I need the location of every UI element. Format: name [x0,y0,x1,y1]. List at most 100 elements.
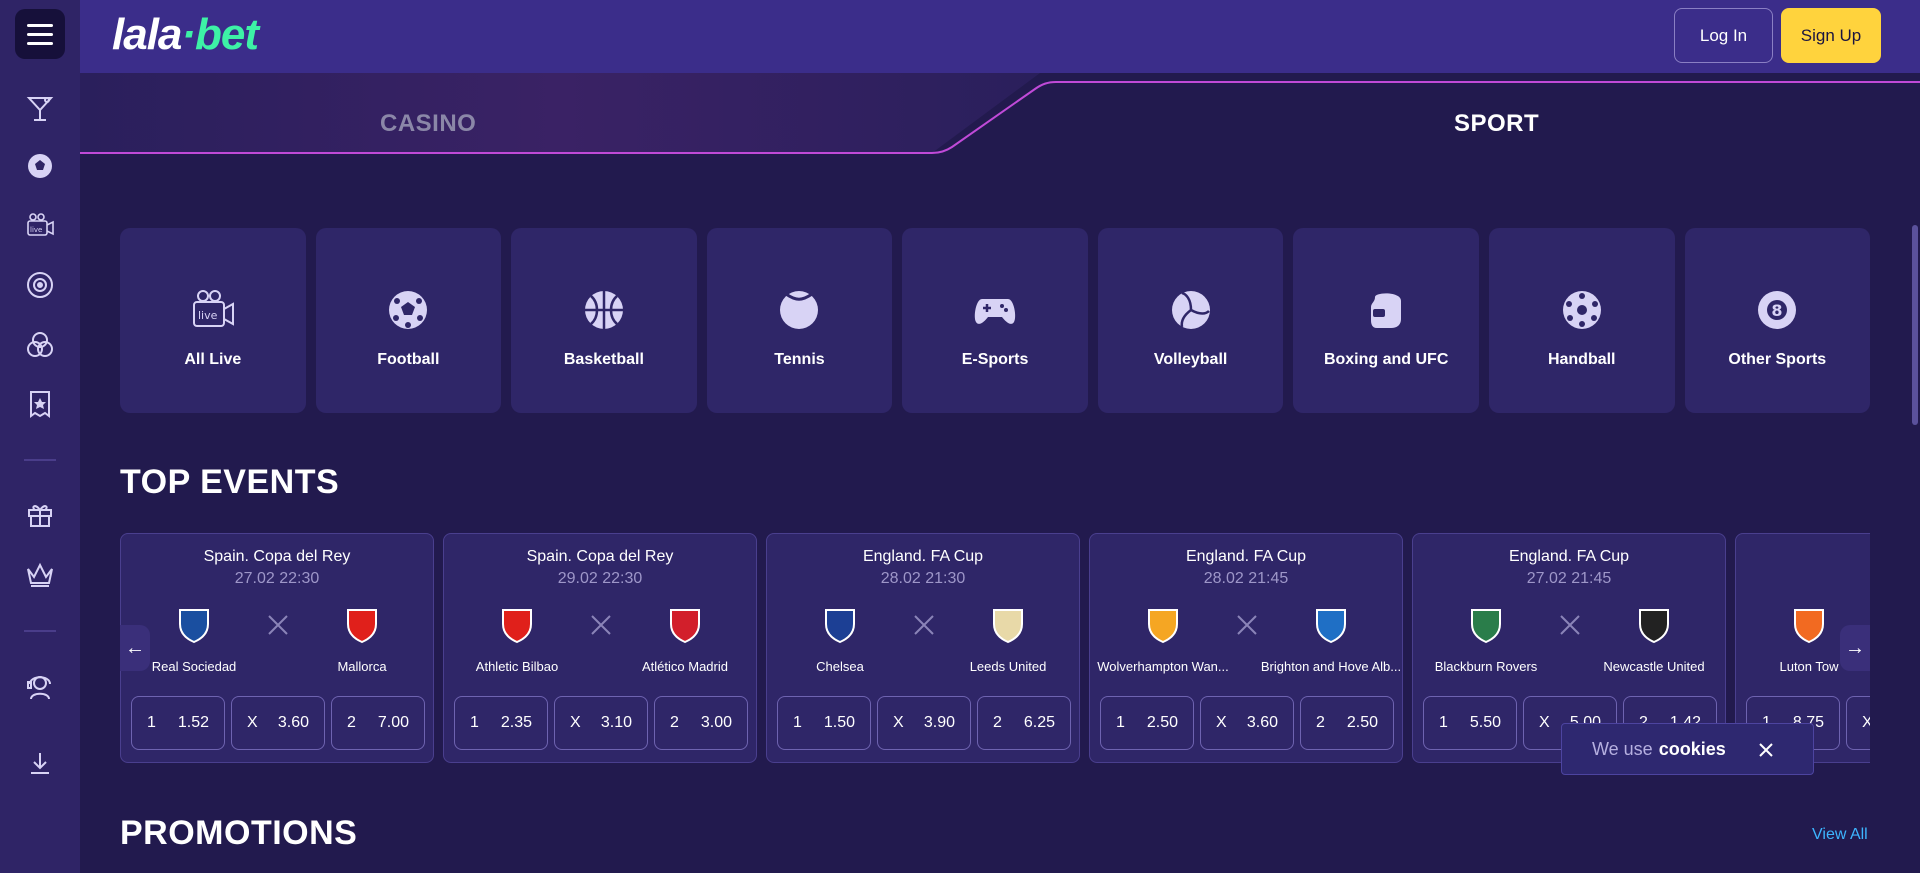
sport-card-handball[interactable]: Handball [1488,228,1675,413]
home-team-logo-icon [173,604,215,646]
login-button[interactable]: Log In [1674,8,1773,63]
home-team-logo-icon [496,604,538,646]
tab-sport[interactable]: SPORT [1454,110,1539,138]
event-card[interactable]: England. FA Cup 28.02 21:30 Chelsea Leeds U… [766,533,1080,763]
odds-button[interactable]: 1 2.50 [1100,696,1194,750]
odds-button[interactable]: X [1846,696,1870,750]
odds-button[interactable]: X 3.60 [1200,696,1294,750]
scrollbar[interactable] [1912,225,1918,425]
promotions-title: PROMOTIONS [120,814,358,852]
home-team-name: Blackburn Rovers [1434,659,1538,674]
odds-value: 3.60 [277,714,309,731]
odds-button[interactable]: X 3.90 [877,696,971,750]
event-league: Spain. Copa del Rey [203,548,351,565]
sports-categories: live All Live Football Basketball Tennis… [120,228,1871,413]
sidebar: live [0,0,80,873]
versus-icon [1560,615,1580,635]
close-icon[interactable] [1757,741,1775,759]
odds-value: 3.10 [600,714,632,731]
odds-outcome: 1 [147,714,156,731]
away-team-name: Atlético Madrid [642,659,728,674]
odds-value: 1.52 [177,714,209,731]
sport-card-football[interactable]: Football [315,228,502,413]
football-icon [383,285,433,335]
cocktail-icon[interactable] [22,90,58,126]
odds-button[interactable]: 1 5.50 [1423,696,1517,750]
event-league: England. FA Cup [1185,548,1307,565]
football-icon[interactable] [22,148,58,184]
odds-outcome: X [893,714,904,731]
sport-label: Tennis [774,350,825,368]
versus-icon [914,615,934,635]
event-date: 29.02 22:30 [557,570,643,587]
odds-outcome: 1 [793,714,802,731]
odds-outcome: X [570,714,581,731]
sport-card-boxing[interactable]: Boxing and UFC [1293,228,1479,413]
sport-card-volleyball[interactable]: Volleyball [1097,228,1284,413]
event-date: 28.02 21:45 [1203,570,1289,587]
event-card[interactable]: England. FA Cup 28.02 21:45 Wolverhampton … [1089,533,1403,763]
odds-button[interactable]: 2 6.25 [977,696,1071,750]
event-card[interactable]: Spain. Copa del Rey 29.02 22:30 Athletic B… [443,533,757,763]
gift-icon[interactable] [22,496,58,532]
view-all-link[interactable]: View All [1812,826,1868,844]
odds-button[interactable]: 2 7.00 [331,696,425,750]
sport-card-basketball[interactable]: Basketball [511,228,697,413]
carousel-next-button[interactable]: → [1840,625,1870,671]
odds-outcome: X [247,714,258,731]
odds-row: 1 2.50 X 3.60 2 2.50 [1100,696,1394,750]
carousel-prev-button[interactable]: ← [120,625,150,671]
sport-card-esports[interactable]: E-Sports [902,228,1088,413]
event-date: 27.02 22:30 [234,570,320,587]
home-team-logo-icon [1465,604,1507,646]
svg-text:live: live [30,226,42,234]
sport-label: Other Sports [1728,350,1827,368]
odds-button[interactable]: 2 3.00 [654,696,748,750]
odds-button[interactable]: X 3.10 [554,696,648,750]
home-team-name: Athletic Bilbao [475,659,559,674]
home-team-logo-icon [819,604,861,646]
odds-button[interactable]: 1 1.50 [777,696,871,750]
crown-icon[interactable] [22,556,58,592]
odds-button[interactable]: 2 2.50 [1300,696,1394,750]
sport-card-tennis[interactable]: Tennis [706,228,893,413]
tennis-icon [774,285,824,335]
sport-label: All Live [184,350,242,368]
home-team-logo-icon [1142,604,1184,646]
cookie-text: We use [1592,738,1653,759]
odds-button[interactable]: X 3.60 [231,696,325,750]
eight-ball-icon: 8 [1752,285,1802,335]
event-date: 27.02 21:45 [1526,570,1612,587]
promo-ticket-icon[interactable] [22,386,58,422]
sport-label: Basketball [563,350,644,368]
sport-card-other[interactable]: 8 Other Sports [1684,228,1871,413]
odds-value: 2.50 [1146,714,1178,731]
signup-button[interactable]: Sign Up [1781,8,1881,63]
sport-label: Volleyball [1153,350,1228,368]
odds-button[interactable]: 1 2.35 [454,696,548,750]
away-team-name: Leeds United [969,659,1047,674]
away-team-logo-icon [1310,604,1352,646]
odds-outcome: 2 [347,714,356,731]
odds-row: 1 2.35 X 3.10 2 3.00 [454,696,748,750]
odds-value: 7.00 [377,714,409,731]
download-icon[interactable] [22,745,58,781]
odds-button[interactable]: 1 1.52 [131,696,225,750]
event-card[interactable]: Spain. Copa del Rey 27.02 22:30 Real Socie… [120,533,434,763]
odds-outcome: X [1539,714,1550,731]
support-icon[interactable] [22,668,58,704]
menu-button[interactable] [15,9,65,59]
versus-icon [1237,615,1257,635]
tab-casino[interactable]: CASINO [380,110,476,138]
odds-outcome: 1 [470,714,479,731]
gamepad-icon [970,285,1020,335]
cookie-link[interactable]: cookies [1659,739,1726,760]
event-league: Engla [1736,548,1870,566]
home-team-logo-icon [1788,604,1830,646]
logo[interactable]: lala·bet [112,10,259,60]
live-icon[interactable]: live [22,208,58,244]
sport-card-all-live[interactable]: live All Live [120,228,306,413]
roulette-icon[interactable] [22,267,58,303]
away-team-logo-icon [664,604,706,646]
casino-chips-icon[interactable] [22,327,58,363]
